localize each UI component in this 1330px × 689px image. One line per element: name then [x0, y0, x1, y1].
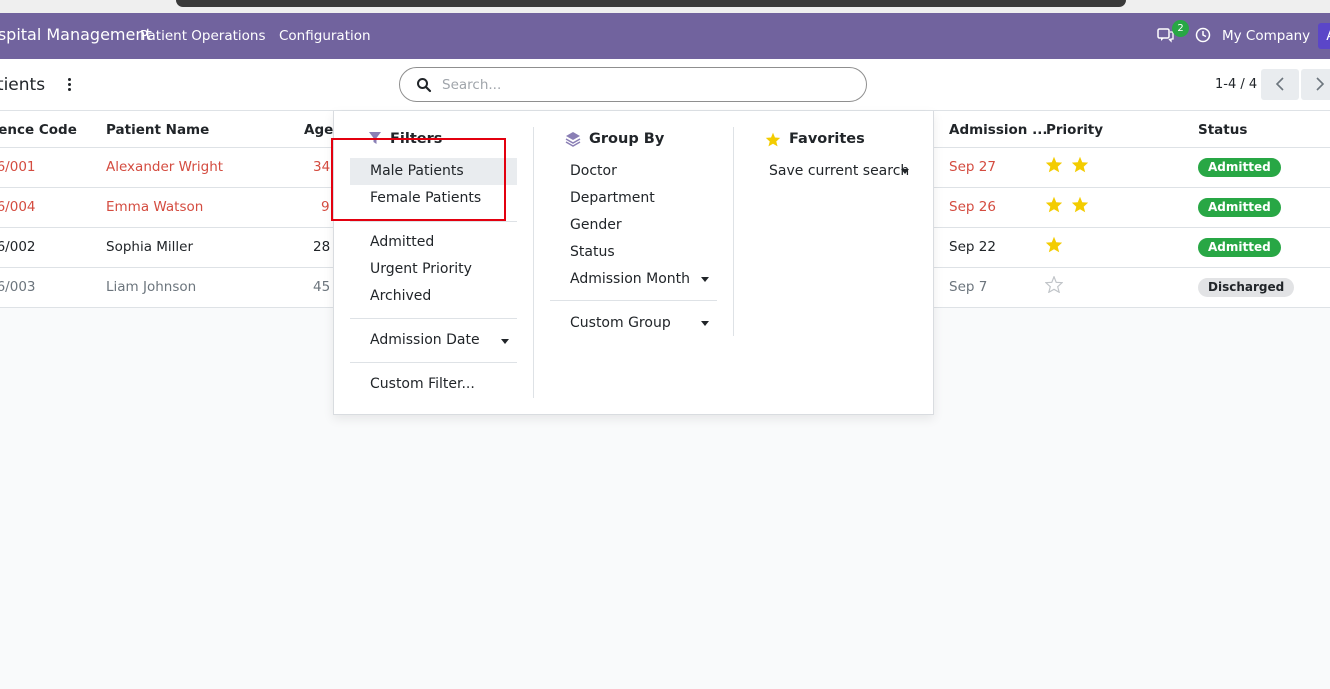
star-filled-icon[interactable] [1071, 196, 1089, 213]
status-badge: Discharged [1198, 278, 1295, 297]
filter-archived[interactable]: Archived [370, 288, 431, 304]
row-admission-date: Sep 26 [949, 199, 996, 215]
row-age: 9 [321, 199, 330, 215]
caret-down-icon[interactable] [501, 339, 509, 344]
row-admission-date: Sep 27 [949, 159, 996, 175]
chat-count-badge: 2 [1172, 20, 1189, 37]
row-patient-name: Sophia Miller [106, 239, 194, 255]
column-reference-code[interactable]: Reference Code [0, 122, 77, 138]
menu-configuration[interactable]: Configuration [279, 28, 371, 44]
row-reference-code: 26/003 [0, 279, 36, 295]
divider [550, 300, 717, 301]
star-filled-icon[interactable] [1071, 156, 1089, 173]
menu-patient-operations[interactable]: Patient Operations [140, 28, 266, 44]
pager-previous-button[interactable] [1261, 69, 1299, 100]
favorites-heading: Favorites [765, 131, 865, 147]
row-reference-code: 26/004 [0, 199, 36, 215]
pager-value[interactable]: 1-4 / 4 [1215, 77, 1257, 92]
row-age: 28 [313, 239, 331, 255]
row-admission-date: Sep 22 [949, 239, 996, 255]
chevron-right-icon [1316, 77, 1325, 91]
column-patient-name[interactable]: Patient Name [106, 122, 209, 138]
search-icon [417, 78, 432, 93]
user-avatar[interactable]: A [1318, 23, 1330, 49]
star-filled-icon[interactable] [1045, 236, 1063, 253]
divider [350, 362, 517, 363]
group-by-heading: Group By [565, 131, 665, 147]
row-admission-date: Sep 7 [949, 279, 988, 295]
column-admission-date[interactable]: Admission ... [949, 122, 1047, 138]
row-age: 34 [313, 159, 331, 175]
row-reference-code: 26/002 [0, 239, 36, 255]
column-priority[interactable]: Priority [1046, 122, 1103, 138]
caret-down-icon[interactable] [901, 169, 909, 174]
chevron-left-icon [1275, 77, 1284, 91]
group-by-status[interactable]: Status [570, 244, 615, 260]
divider [350, 318, 517, 319]
star-filled-icon[interactable] [1045, 196, 1063, 213]
status-badge: Admitted [1198, 158, 1281, 177]
star-icon [765, 132, 781, 147]
column-status[interactable]: Status [1198, 122, 1247, 138]
divider [350, 221, 517, 222]
browser-strip [0, 0, 1330, 13]
row-age: 45 [313, 279, 331, 295]
row-patient-name: Emma Watson [106, 199, 204, 215]
priority-stars[interactable] [1045, 196, 1093, 217]
top-navbar: Hospital Management Patient Operations C… [0, 13, 1330, 59]
column-age[interactable]: Age [304, 122, 333, 138]
status-badge: Admitted [1198, 238, 1281, 257]
search-bar[interactable] [399, 67, 867, 102]
priority-stars[interactable] [1045, 236, 1067, 257]
priority-stars[interactable] [1044, 275, 1067, 297]
pager-next-button[interactable] [1301, 69, 1330, 100]
row-reference-code: 26/001 [0, 159, 36, 175]
row-patient-name: Alexander Wright [106, 159, 224, 175]
group-by-gender[interactable]: Gender [570, 217, 622, 233]
search-input[interactable] [442, 75, 842, 95]
filter-admitted[interactable]: Admitted [370, 234, 434, 250]
star-empty-icon[interactable] [1044, 275, 1064, 294]
page-title: Patients [0, 75, 46, 95]
filter-urgent-priority[interactable]: Urgent Priority [370, 261, 472, 277]
status-badge: Admitted [1198, 198, 1281, 217]
actions-kebab-icon[interactable] [66, 76, 72, 93]
column-divider [733, 127, 734, 336]
favorites-title: Favorites [789, 131, 865, 147]
company-switcher[interactable]: My Company [1222, 28, 1310, 44]
star-filled-icon[interactable] [1045, 156, 1063, 173]
custom-group[interactable]: Custom Group [570, 315, 671, 331]
save-current-search[interactable]: Save current search [769, 163, 909, 179]
row-patient-name: Liam Johnson [106, 279, 197, 295]
clock-icon[interactable] [1195, 27, 1211, 43]
group-by-doctor[interactable]: Doctor [570, 163, 617, 179]
custom-filter[interactable]: Custom Filter... [370, 376, 475, 392]
layers-icon [565, 132, 581, 147]
caret-down-icon[interactable] [701, 321, 709, 326]
priority-stars[interactable] [1045, 156, 1093, 177]
browser-tab-bar [176, 0, 1126, 7]
caret-down-icon[interactable] [701, 277, 709, 282]
group-by-department[interactable]: Department [570, 190, 655, 206]
control-panel: Patients 1-4 / 4 [0, 59, 1330, 111]
column-divider [533, 127, 534, 398]
annotation-highlight-box [331, 138, 506, 221]
group-by-title: Group By [589, 131, 665, 147]
filter-admission-date[interactable]: Admission Date [370, 332, 480, 348]
group-by-admission-month[interactable]: Admission Month [570, 271, 690, 287]
app-title[interactable]: Hospital Management [0, 25, 152, 44]
